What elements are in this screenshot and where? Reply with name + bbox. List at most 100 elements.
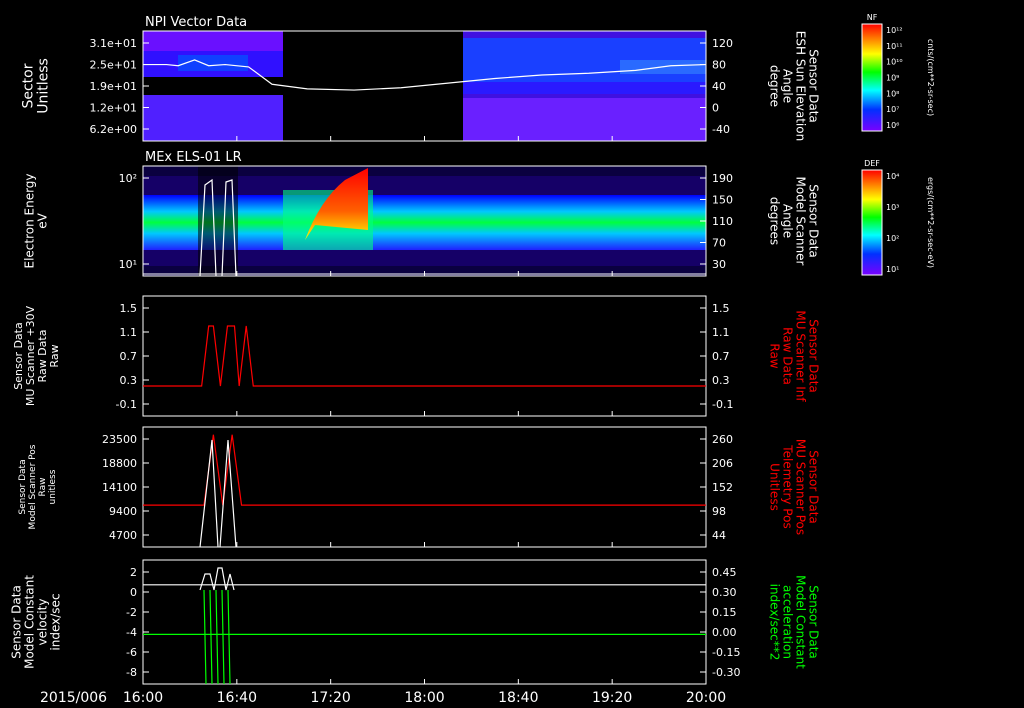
colorbar-2-badge: DEF <box>864 159 880 168</box>
panel-1-left-label: Sector <box>21 63 37 108</box>
panel-5-acceleration-spikes <box>203 589 231 685</box>
panel-2-right-tick-label: 150 <box>712 194 733 207</box>
x-tick-label: 20:00 <box>686 690 726 706</box>
panel-4-left-label: Sensor Data <box>18 459 28 514</box>
panel-1-right-tick-label: 80 <box>712 59 726 72</box>
panel-4-right-tick-label: 260 <box>712 433 733 446</box>
panel-4-left-label: Raw <box>38 478 48 497</box>
panel-3-mu-scanner-line <box>143 325 706 387</box>
x-tick-label: 16:40 <box>217 690 257 706</box>
panel-4-left-tick-label: 23500 <box>102 433 137 446</box>
x-tick-label: 18:00 <box>404 690 444 706</box>
panel-4-left-tick-label: 18800 <box>102 457 137 470</box>
panel-5-left-tick-label: -4 <box>126 626 137 639</box>
panel-1-left-label: Unitless <box>36 58 52 114</box>
panel-1-left-tick-label: 1.2e+01 <box>90 102 137 115</box>
panel-5-right-tick-label: 0.15 <box>712 606 737 619</box>
panel-2-left-tick-label: 10¹ <box>119 258 137 271</box>
panel-5-right-tick-label: -0.30 <box>712 666 740 679</box>
panel-5-frame <box>142 559 707 685</box>
panel-3-right-tick-label: 0.3 <box>712 374 730 387</box>
panel-2-left-tick-label: 10² <box>119 172 137 185</box>
panel-2-right-tick-label: 30 <box>712 258 726 271</box>
panel-1-right-tick-label: 0 <box>712 102 719 115</box>
panel-4-left-tick-label: 4700 <box>109 529 137 542</box>
panel-2-title: MEx ELS-01 LR <box>145 150 242 165</box>
panel-4-right-label: MU Scanner Pos <box>794 439 808 535</box>
panel-4-right-label: Telemetry Pos <box>781 444 795 528</box>
panel-4-left-label: Model Scanner Pos <box>28 444 38 529</box>
panel-2-left-label: Electron Energy <box>23 173 37 268</box>
panel-1-right-tick-label: -40 <box>712 123 730 136</box>
panel-4-telemetry-pos-line <box>199 439 237 548</box>
panel-1-right-label: degree <box>768 65 782 107</box>
panel-3-left-tick-label: 0.3 <box>120 374 138 387</box>
panel-1-right-tick-label: 40 <box>712 80 726 93</box>
panel-2-right-label: Angle <box>781 204 795 238</box>
colorbar-1-unit: cnts/(cm**2-sr-sec) <box>926 39 935 116</box>
panel2-spectrogram <box>143 166 706 276</box>
panel-3-left-tick-label: 0.7 <box>120 350 138 363</box>
panel-5-right-label: index/sec**2 <box>768 584 782 661</box>
panel-2-right-label: Sensor Data <box>807 184 821 258</box>
colorbar-2-unit: ergs/(cm**2-sr-sec-eV) <box>926 177 935 268</box>
panel-3-frame <box>142 295 707 417</box>
panel-5-right-tick-label: 0.00 <box>712 626 737 639</box>
panel-5-left-label: velocity <box>36 599 50 646</box>
panel-5-left-tick-label: 2 <box>130 566 137 579</box>
colorbar-1-tick-label: 10⁹ <box>886 74 899 83</box>
panel-5-velocity-spikes <box>199 567 235 591</box>
panel-3-left-tick-label: -0.1 <box>116 398 137 411</box>
x-tick-label: 18:40 <box>498 690 538 706</box>
plot-canvas: NPI Vector Data 3.1e+01 2.5e+01 1.9e+01 1.2e… <box>10 13 936 706</box>
panel-5-left-tick-label: -6 <box>126 646 137 659</box>
panel-5-left-tick-label: -2 <box>126 606 137 619</box>
colorbar-2-tick-label: 10¹ <box>886 265 899 274</box>
panel-2-right-tick-label: 70 <box>712 237 726 250</box>
colorbar-1-tick-label: 10¹² <box>886 26 903 35</box>
colorbar-1-tick-label: 10¹⁰ <box>886 58 903 67</box>
panel-1-left-tick-label: 2.5e+01 <box>90 59 137 72</box>
panel-1-left-tick-label: 3.1e+01 <box>90 37 137 50</box>
panel-3-left-tick-label: 1.5 <box>120 302 138 315</box>
panel-4-right-label: Sensor Data <box>807 450 821 524</box>
panel-4-right-tick-label: 152 <box>712 481 733 494</box>
panel-4-left-tick-label: 14100 <box>102 481 137 494</box>
colorbar-2-tick-label: 10³ <box>886 203 899 212</box>
panel-5-right-tick-label: 0.45 <box>712 566 737 579</box>
colorbar-1-tick-label: 10⁷ <box>886 105 899 114</box>
date-label: 2015/006 <box>40 690 107 706</box>
colorbar-2-tick-label: 10² <box>886 234 899 243</box>
panel-3-right-label: Raw Data <box>781 327 795 385</box>
colorbar-1-tick-label: 10¹¹ <box>886 42 903 51</box>
panel-2-right-label: degrees <box>768 197 782 245</box>
panel-1-right-label: ESH Sun Elevation <box>794 31 808 141</box>
panel-5-right-label: Model Constant <box>794 575 808 669</box>
panel-3-right-label: Sensor Data <box>807 319 821 393</box>
colorbar-1-tick-label: 10⁶ <box>886 121 899 130</box>
panel-2-right-tick-label: 190 <box>712 172 733 185</box>
panel-5-right-tick-label: 0.30 <box>712 586 737 599</box>
panel-1-title: NPI Vector Data <box>145 15 247 30</box>
panel-2-right-label: Model Scanner <box>794 177 808 266</box>
panel-3-right-label: MU Scanner Inf <box>794 310 808 402</box>
panel-1-left-tick-label: 1.9e+01 <box>90 80 137 93</box>
panel-3-right-tick-label: -0.1 <box>712 398 733 411</box>
panel-5-left-label: Model Constant <box>23 575 37 669</box>
panel-5-left-label: index/sec <box>49 593 63 650</box>
colorbar-2 <box>861 169 883 276</box>
panel-1-left-tick-label: 6.2e+00 <box>90 123 137 136</box>
x-tick-label: 17:20 <box>310 690 350 706</box>
panel-1-right-label: Angle <box>781 69 795 103</box>
panel-4-left-tick-label: 9400 <box>109 505 137 518</box>
colorbar-1 <box>861 23 883 132</box>
panel-5-left-tick-label: -8 <box>126 666 137 679</box>
panel-3-right-label: Raw <box>768 343 782 368</box>
panel-5-right-tick-label: -0.15 <box>712 646 740 659</box>
panel-3-right-tick-label: 0.7 <box>712 350 730 363</box>
panel-3-right-tick-label: 1.5 <box>712 302 730 315</box>
panel-5-left-tick-label: 0 <box>130 586 137 599</box>
colorbar-2-tick-label: 10⁴ <box>886 172 899 181</box>
panel-2-right-tick-label: 110 <box>712 215 733 228</box>
panel-2-left-label: eV <box>36 212 50 228</box>
